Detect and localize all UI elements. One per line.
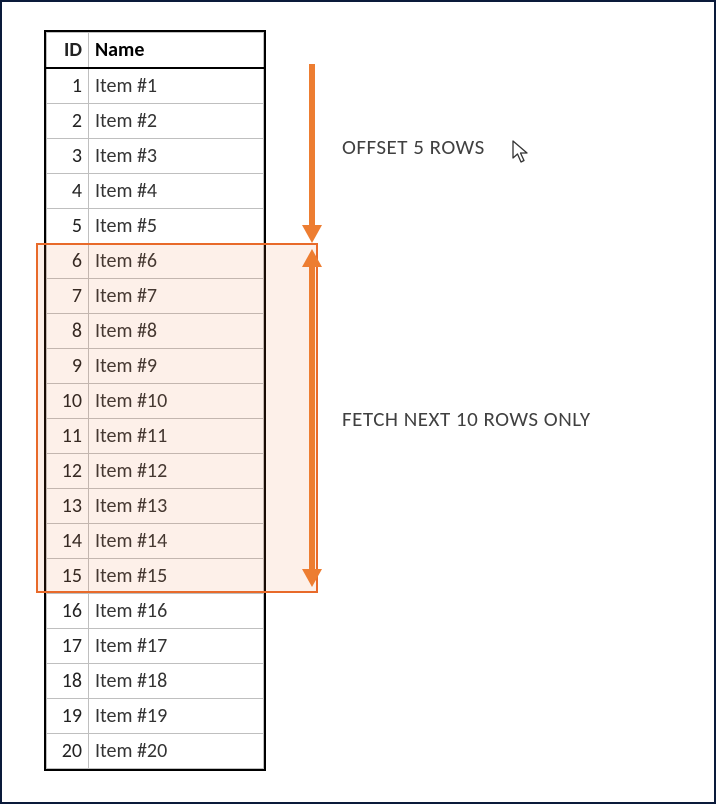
- cell-name: Item #3: [89, 139, 264, 174]
- cell-id: 7: [47, 279, 89, 314]
- table-row: 3Item #3: [47, 139, 264, 174]
- cell-id: 2: [47, 104, 89, 139]
- table-row: 12Item #12: [47, 454, 264, 489]
- cell-id: 18: [47, 664, 89, 699]
- table-row: 20Item #20: [47, 734, 264, 769]
- cell-name: Item #6: [89, 244, 264, 279]
- table-row: 18Item #18: [47, 664, 264, 699]
- cell-name: Item #20: [89, 734, 264, 769]
- cell-name: Item #13: [89, 489, 264, 524]
- cell-id: 3: [47, 139, 89, 174]
- cell-id: 20: [47, 734, 89, 769]
- cell-id: 8: [47, 314, 89, 349]
- header-id: ID: [47, 33, 89, 69]
- cell-id: 14: [47, 524, 89, 559]
- table-row: 5Item #5: [47, 209, 264, 244]
- table-row: 17Item #17: [47, 629, 264, 664]
- fetch-label: FETCH NEXT 10 ROWS ONLY: [342, 406, 591, 432]
- table-body: 1Item #12Item #23Item #34Item #45Item #5…: [47, 68, 264, 769]
- cell-id: 4: [47, 174, 89, 209]
- cell-name: Item #10: [89, 384, 264, 419]
- cell-name: Item #2: [89, 104, 264, 139]
- table-row: 7Item #7: [47, 279, 264, 314]
- cell-id: 10: [47, 384, 89, 419]
- table-row: 1Item #1: [47, 68, 264, 104]
- header-name: Name: [89, 33, 264, 69]
- cell-id: 13: [47, 489, 89, 524]
- cell-name: Item #11: [89, 419, 264, 454]
- table-row: 4Item #4: [47, 174, 264, 209]
- cell-name: Item #5: [89, 209, 264, 244]
- items-table: ID Name 1Item #12Item #23Item #34Item #4…: [46, 32, 264, 769]
- table-row: 13Item #13: [47, 489, 264, 524]
- cell-name: Item #17: [89, 629, 264, 664]
- cell-id: 11: [47, 419, 89, 454]
- cell-name: Item #8: [89, 314, 264, 349]
- cell-id: 1: [47, 68, 89, 104]
- table-row: 11Item #11: [47, 419, 264, 454]
- cell-id: 6: [47, 244, 89, 279]
- cell-id: 19: [47, 699, 89, 734]
- table-row: 15Item #15: [47, 559, 264, 594]
- table-row: 2Item #2: [47, 104, 264, 139]
- cell-id: 17: [47, 629, 89, 664]
- cell-id: 5: [47, 209, 89, 244]
- cell-name: Item #1: [89, 68, 264, 104]
- cell-name: Item #4: [89, 174, 264, 209]
- cell-id: 15: [47, 559, 89, 594]
- cell-name: Item #14: [89, 524, 264, 559]
- cell-name: Item #19: [89, 699, 264, 734]
- offset-label: OFFSET 5 ROWS: [342, 134, 485, 160]
- items-table-wrap: ID Name 1Item #12Item #23Item #34Item #4…: [44, 30, 266, 771]
- table-row: 10Item #10: [47, 384, 264, 419]
- cursor-icon: [512, 140, 530, 164]
- cell-name: Item #12: [89, 454, 264, 489]
- table-row: 6Item #6: [47, 244, 264, 279]
- table-row: 9Item #9: [47, 349, 264, 384]
- table-row: 14Item #14: [47, 524, 264, 559]
- cell-id: 9: [47, 349, 89, 384]
- cell-name: Item #16: [89, 594, 264, 629]
- cell-name: Item #18: [89, 664, 264, 699]
- cell-id: 16: [47, 594, 89, 629]
- table-row: 16Item #16: [47, 594, 264, 629]
- cell-name: Item #15: [89, 559, 264, 594]
- table-row: 8Item #8: [47, 314, 264, 349]
- table-row: 19Item #19: [47, 699, 264, 734]
- diagram-canvas: ID Name 1Item #12Item #23Item #34Item #4…: [0, 0, 716, 804]
- cell-name: Item #7: [89, 279, 264, 314]
- table-header-row: ID Name: [47, 33, 264, 69]
- cell-name: Item #9: [89, 349, 264, 384]
- cell-id: 12: [47, 454, 89, 489]
